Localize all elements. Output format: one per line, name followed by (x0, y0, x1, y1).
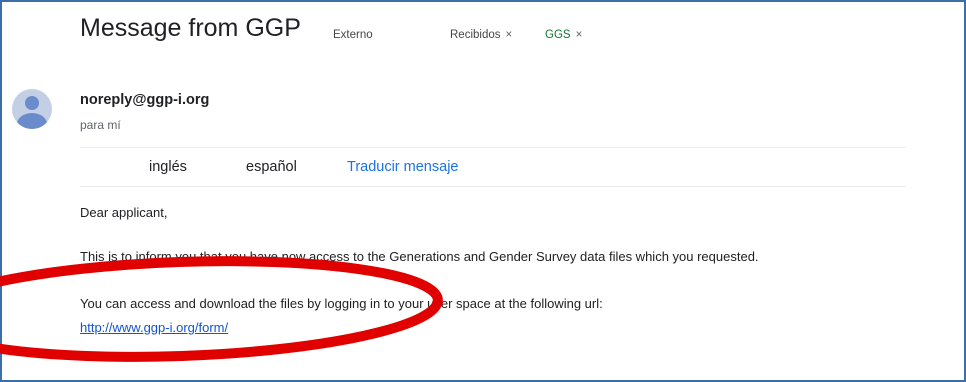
avatar-body (17, 113, 47, 129)
label-recibidos-text: Recibidos (450, 29, 501, 41)
remove-label-recibidos-icon[interactable]: × (506, 29, 513, 41)
label-ggs-text: GGS (545, 29, 571, 41)
label-externo: Externo (333, 29, 373, 41)
label-recibidos: Recibidos × (450, 29, 512, 41)
email-paragraph-2: You can access and download the files by… (80, 296, 603, 311)
form-url-link[interactable]: http://www.ggp-i.org/form/ (80, 320, 228, 335)
source-language[interactable]: inglés (149, 159, 187, 175)
target-language[interactable]: español (246, 159, 297, 175)
label-ggs: GGS × (545, 29, 582, 41)
email-view: Message from GGP Externo Recibidos × GGS ×… (0, 0, 966, 382)
label-externo-text: Externo (333, 29, 373, 41)
translate-message-link[interactable]: Traducir mensaje (347, 159, 458, 175)
email-greeting: Dear applicant, (80, 205, 168, 220)
recipient-label[interactable]: para mí (80, 118, 121, 132)
email-subject: Message from GGP (80, 14, 301, 42)
sender-avatar-icon[interactable] (12, 89, 52, 129)
translate-bar: inglés español Traducir mensaje (80, 147, 906, 187)
avatar-head (25, 96, 39, 110)
remove-label-ggs-icon[interactable]: × (576, 29, 583, 41)
email-paragraph-1: This is to inform you that you have now … (80, 249, 759, 264)
sender-address[interactable]: noreply@ggp-i.org (80, 92, 209, 108)
